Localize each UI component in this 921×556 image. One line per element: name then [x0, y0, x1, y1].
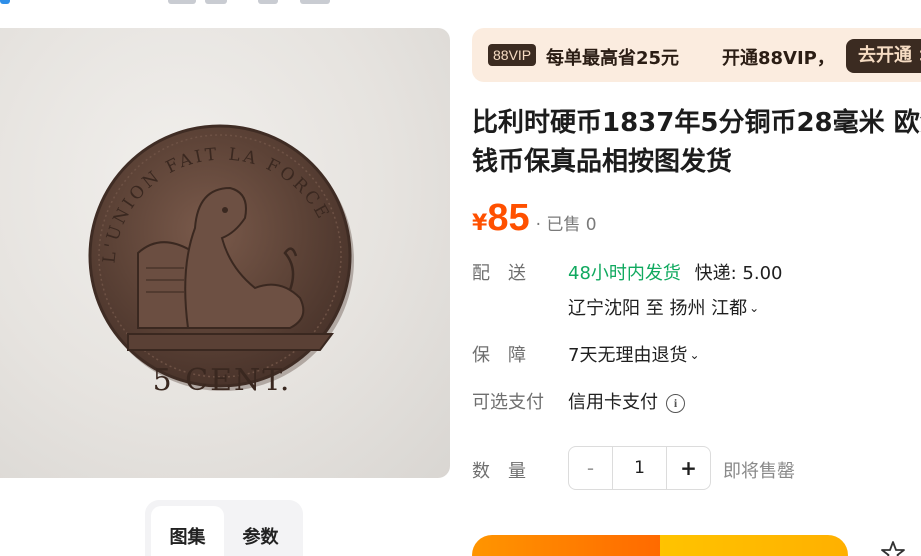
- product-main-image[interactable]: L'UNION FAIT LA FORCE 5 CENT.: [0, 28, 450, 478]
- vip-banner[interactable]: 88VIP 每单最高省25元 开通88VIP， 去开通 >: [472, 28, 921, 82]
- vip-open-button[interactable]: 去开通 >: [846, 39, 921, 73]
- payment-text: 信用卡支付: [568, 392, 658, 413]
- quantity-stepper: - +: [568, 446, 711, 490]
- gallery-tabs: 图集 参数: [145, 500, 303, 556]
- price-row: ¥ 85 · 已售 0: [472, 196, 597, 240]
- quantity-minus-button[interactable]: -: [569, 447, 612, 489]
- sold-count: · 已售 0: [535, 215, 597, 235]
- vip-savings-text: 每单最高省25元: [546, 48, 680, 69]
- quantity-plus-button[interactable]: +: [667, 447, 710, 489]
- nav-fragment: [258, 0, 278, 4]
- quantity-label: 数 量: [472, 461, 526, 482]
- tab-params[interactable]: 参数: [224, 506, 297, 556]
- guarantee-value[interactable]: 7天无理由退货 ⌄: [568, 341, 700, 367]
- chevron-down-icon: ⌄: [689, 348, 700, 362]
- logo-fragment: [0, 0, 10, 4]
- stock-hint: 即将售罄: [723, 461, 795, 482]
- price-value: 85: [487, 197, 530, 239]
- buy-now-button[interactable]: [660, 535, 848, 556]
- payment-label: 可选支付: [472, 392, 544, 413]
- vip-badge: 88VIP: [488, 44, 537, 66]
- guarantee-label: 保 障: [472, 345, 526, 366]
- product-title-line2: 钱币保真品相按图发货: [472, 147, 733, 177]
- product-title: 比利时硬币1837年5分铜币28毫米 欧洲 钱币保真品相按图发货: [472, 104, 921, 182]
- star-icon[interactable]: [878, 538, 908, 556]
- product-title-line1: 比利时硬币1837年5分铜币28毫米 欧洲: [472, 108, 921, 138]
- delivery-info: 48小时内发货 快递: 5.00: [568, 259, 783, 285]
- shipping-fee: 快递: 5.00: [694, 263, 783, 284]
- purchase-buttons: [472, 535, 848, 556]
- ship-time: 48小时内发货: [568, 263, 681, 284]
- nav-fragment: [168, 0, 196, 4]
- price-symbol: ¥: [472, 211, 488, 236]
- svg-text:5 CENT.: 5 CENT.: [153, 363, 292, 398]
- vip-open-text: 开通88VIP，: [722, 48, 835, 69]
- delivery-label: 配 送: [472, 263, 526, 284]
- info-icon[interactable]: i: [666, 393, 685, 413]
- guarantee-text: 7天无理由退货: [568, 345, 688, 366]
- quantity-input[interactable]: [612, 447, 667, 489]
- delivery-route-text: 辽宁沈阳 至 扬州 江都: [568, 298, 748, 319]
- payment-value: 信用卡支付 i: [568, 388, 685, 414]
- delivery-route[interactable]: 辽宁沈阳 至 扬州 江都 ⌄: [568, 294, 759, 320]
- nav-fragment: [205, 0, 227, 4]
- chevron-down-icon: ⌄: [749, 301, 760, 315]
- tab-gallery[interactable]: 图集: [151, 506, 224, 556]
- add-to-cart-button[interactable]: [472, 535, 660, 556]
- nav-fragment: [300, 0, 330, 4]
- top-nav-strip: [0, 0, 921, 6]
- coin-image: L'UNION FAIT LA FORCE 5 CENT.: [88, 124, 354, 398]
